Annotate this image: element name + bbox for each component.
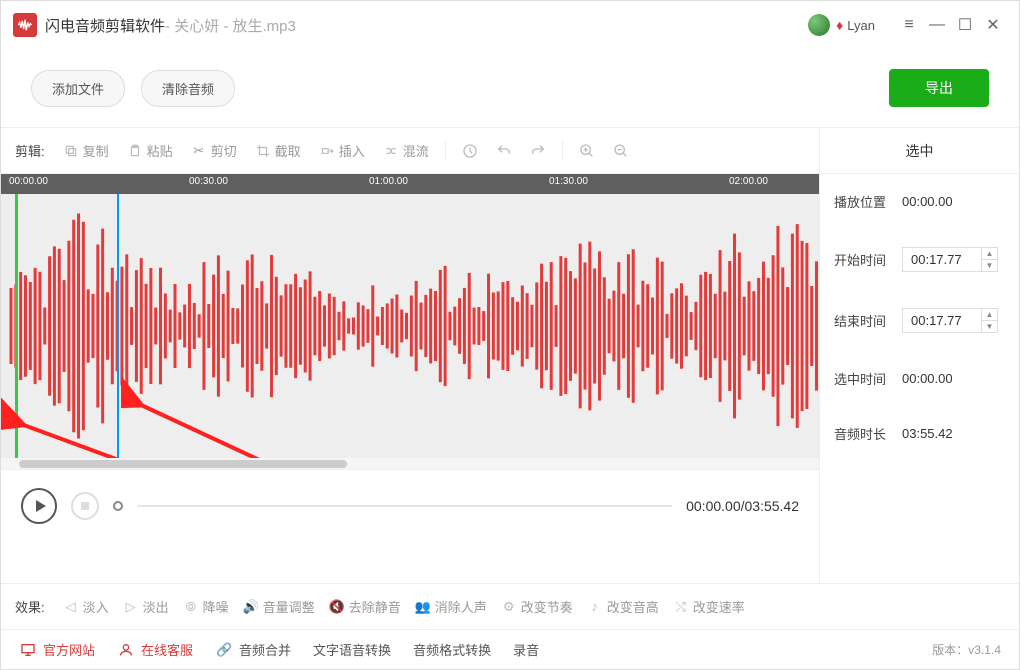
copy-button[interactable]: 复制: [57, 137, 115, 164]
volume-button[interactable]: 🔊音量调整: [243, 597, 315, 616]
minimize-icon[interactable]: —: [923, 11, 951, 39]
left-panel: 剪辑: 复制 粘贴 ✂剪切 截取 插入 混流 00:00.00 00:30.00…: [1, 128, 819, 583]
version-label: 版本：v3.1.4: [932, 641, 1001, 658]
maximize-icon[interactable]: ☐: [951, 11, 979, 39]
waveform-display[interactable]: [1, 194, 819, 458]
crop-button[interactable]: 截取: [249, 137, 307, 164]
tempo-icon: ⚙: [501, 599, 517, 615]
official-site-link[interactable]: 官方网站: [19, 640, 95, 659]
close-icon[interactable]: ✕: [979, 11, 1007, 39]
vocals-icon: 👥: [415, 599, 431, 615]
play-position-value: 00:00.00: [902, 194, 953, 209]
speed-button[interactable]: ⤭改变速率: [673, 597, 745, 616]
online-support-link[interactable]: 在线客服: [117, 640, 193, 659]
remove-silence-button[interactable]: 🔇去除静音: [329, 597, 401, 616]
copy-icon: [63, 143, 79, 159]
menu-icon[interactable]: ≡: [895, 11, 923, 39]
support-icon: [117, 641, 135, 659]
toolbar-label: 剪辑:: [15, 141, 45, 160]
ruler-tick: 01:30.00: [549, 176, 588, 187]
start-time-input[interactable]: 00:17.77 ▲▼: [902, 247, 998, 272]
audio-duration-value: 03:55.42: [902, 426, 953, 441]
volume-icon: 🔊: [243, 599, 259, 615]
time-display: 00:00.00/03:55.42: [686, 498, 799, 514]
merge-icon: 🔗: [215, 641, 233, 659]
ruler-tick: 01:00.00: [369, 176, 408, 187]
denoise-icon: ⦾: [183, 599, 199, 615]
right-panel: 选中 播放位置 00:00.00 开始时间 00:17.77 ▲▼ 结束时间 0…: [819, 128, 1019, 583]
remove-vocals-button[interactable]: 👥消除人声: [415, 597, 487, 616]
export-button[interactable]: 导出: [889, 69, 989, 107]
crop-icon: [255, 143, 271, 159]
spinner-up-icon[interactable]: ▲: [981, 248, 997, 260]
insert-icon: [319, 143, 335, 159]
horizontal-scrollbar[interactable]: [1, 458, 819, 470]
gem-icon: ♦: [836, 17, 843, 33]
pitch-button[interactable]: ♪改变音高: [587, 597, 659, 616]
file-name: - 关心妍 - 放生.mp3: [165, 15, 296, 36]
selected-time-label: 选中时间: [834, 369, 894, 388]
tempo-button[interactable]: ⚙改变节奏: [501, 597, 573, 616]
edit-toolbar: 剪辑: 复制 粘贴 ✂剪切 截取 插入 混流: [1, 128, 819, 174]
start-time-label: 开始时间: [834, 250, 894, 269]
timeline-ruler[interactable]: 00:00.00 00:30.00 01:00.00 01:30.00 02:0…: [1, 174, 819, 194]
ruler-tick: 02:00.00: [729, 176, 768, 187]
spinner-up-icon[interactable]: ▲: [981, 309, 997, 321]
app-icon: [13, 13, 37, 37]
play-position-label: 播放位置: [834, 192, 894, 211]
play-button[interactable]: [21, 488, 57, 524]
ruler-tick: 00:30.00: [189, 176, 228, 187]
selected-time-value: 00:00.00: [902, 371, 953, 386]
top-button-row: 添加文件 清除音频 导出: [1, 49, 1019, 127]
tts-link[interactable]: 文字语音转换: [313, 640, 391, 659]
scissors-icon: ✂: [191, 143, 207, 159]
undo-button[interactable]: [490, 137, 518, 165]
cut-button[interactable]: ✂剪切: [185, 137, 243, 164]
silence-icon: 🔇: [329, 599, 345, 615]
zoom-out-button[interactable]: [607, 137, 635, 165]
fade-in-icon: ◁: [63, 599, 79, 615]
progress-track[interactable]: [137, 505, 672, 507]
end-time-input[interactable]: 00:17.77 ▲▼: [902, 308, 998, 333]
record-link[interactable]: 录音: [513, 640, 539, 659]
paste-button[interactable]: 粘贴: [121, 137, 179, 164]
speed-icon: ⤭: [673, 599, 689, 615]
effects-label: 效果:: [15, 597, 45, 616]
app-title: 闪电音频剪辑软件: [45, 15, 165, 36]
fade-out-button[interactable]: ▷淡出: [123, 597, 169, 616]
selection-header: 选中: [820, 128, 1019, 174]
mix-button[interactable]: 混流: [377, 137, 435, 164]
avatar[interactable]: [808, 14, 830, 36]
audio-duration-label: 音频时长: [834, 424, 894, 443]
denoise-button[interactable]: ⦾降噪: [183, 597, 229, 616]
effects-toolbar: 效果: ◁淡入 ▷淡出 ⦾降噪 🔊音量调整 🔇去除静音 👥消除人声 ⚙改变节奏 …: [1, 583, 1019, 629]
redo-button[interactable]: [524, 137, 552, 165]
end-time-label: 结束时间: [834, 311, 894, 330]
stop-button[interactable]: [71, 492, 99, 520]
fade-in-button[interactable]: ◁淡入: [63, 597, 109, 616]
fade-out-icon: ▷: [123, 599, 139, 615]
arrow-annotation: [121, 374, 321, 458]
mix-icon: [383, 143, 399, 159]
audio-merge-link[interactable]: 🔗音频合并: [215, 640, 291, 659]
add-file-button[interactable]: 添加文件: [31, 70, 125, 107]
title-bar: 闪电音频剪辑软件 - 关心妍 - 放生.mp3 ♦ Lyan ≡ — ☐ ✕: [1, 1, 1019, 49]
insert-button[interactable]: 插入: [313, 137, 371, 164]
progress-handle[interactable]: [113, 501, 123, 511]
format-convert-link[interactable]: 音频格式转换: [413, 640, 491, 659]
playback-controls: 00:00.00/03:55.42: [1, 470, 819, 542]
spinner-down-icon[interactable]: ▼: [981, 260, 997, 271]
ruler-tick: 00:00.00: [9, 176, 48, 187]
paste-icon: [127, 143, 143, 159]
zoom-in-button[interactable]: [573, 137, 601, 165]
spinner-down-icon[interactable]: ▼: [981, 321, 997, 332]
pitch-icon: ♪: [587, 599, 603, 615]
scrollbar-thumb[interactable]: [19, 460, 347, 468]
bottom-bar: 官方网站 在线客服 🔗音频合并 文字语音转换 音频格式转换 录音 版本：v3.1…: [1, 629, 1019, 669]
monitor-icon: [19, 641, 37, 659]
username[interactable]: Lyan: [847, 18, 875, 33]
undo-history-button[interactable]: [456, 137, 484, 165]
clear-audio-button[interactable]: 清除音频: [141, 70, 235, 107]
